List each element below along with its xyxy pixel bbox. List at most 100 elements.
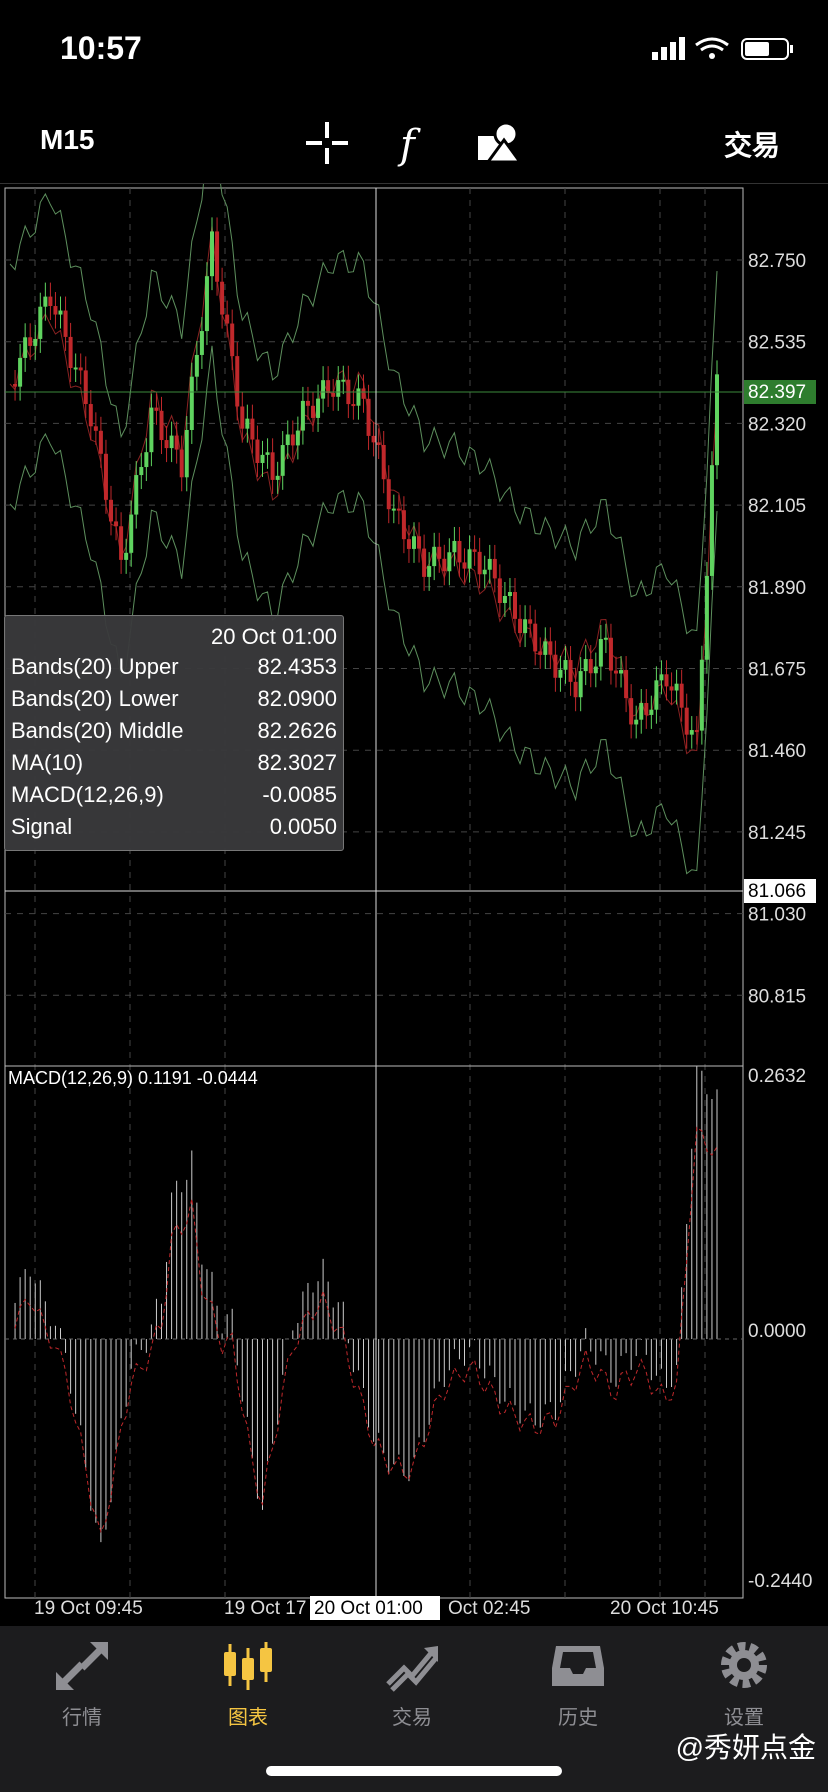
candle-body bbox=[492, 558, 497, 579]
candle-body bbox=[98, 430, 103, 454]
candle-body bbox=[109, 499, 113, 522]
candle-body bbox=[578, 671, 583, 698]
candle-body bbox=[38, 306, 43, 339]
candle-body bbox=[366, 398, 371, 436]
candle-body bbox=[336, 380, 341, 397]
candle-body bbox=[149, 407, 154, 453]
candle-body bbox=[194, 354, 199, 377]
candle-body bbox=[250, 418, 255, 440]
candle-body bbox=[487, 558, 492, 570]
candle-body bbox=[351, 404, 356, 407]
candle-body bbox=[598, 639, 603, 667]
tooltip-row: Bands(20) Lower 82.0900 bbox=[11, 686, 337, 711]
candle-body bbox=[462, 562, 467, 569]
status-time: 10:57 bbox=[60, 30, 142, 66]
candle-body bbox=[285, 434, 290, 446]
current-price-text: 82.397 bbox=[748, 382, 806, 403]
svg-text:f: f bbox=[397, 122, 421, 168]
tooltip-row: MACD(12,26,9) -0.0085 bbox=[11, 782, 337, 807]
candle-body bbox=[270, 452, 275, 480]
candle-body bbox=[477, 551, 482, 575]
candle-body bbox=[684, 707, 689, 735]
gear-icon bbox=[721, 1642, 767, 1688]
trade-button[interactable]: 交易 bbox=[724, 124, 780, 164]
price-tick-label: 81.245 bbox=[748, 823, 806, 844]
candle-body bbox=[401, 510, 406, 540]
time-tick-label: 19 Oct 09:45 bbox=[34, 1598, 143, 1619]
macd-tick-label: 0.2632 bbox=[748, 1066, 806, 1087]
candle-body bbox=[482, 569, 487, 575]
candle-body bbox=[48, 296, 53, 307]
candle-body bbox=[174, 435, 179, 450]
candle-body bbox=[63, 310, 68, 337]
crosshair-icon[interactable] bbox=[302, 118, 352, 168]
tooltip-row: Bands(20) Middle 82.2626 bbox=[11, 718, 337, 743]
candle-body bbox=[159, 410, 164, 441]
watermark: @秀妍点金 bbox=[675, 1732, 816, 1763]
candle-body bbox=[300, 400, 305, 431]
candle-body bbox=[412, 536, 416, 549]
candle-body bbox=[88, 404, 93, 427]
candle-body bbox=[654, 680, 659, 710]
candle-body bbox=[502, 595, 507, 603]
price-tick-label: 82.105 bbox=[748, 496, 806, 517]
candle-body bbox=[376, 442, 381, 446]
price-tick-label: 81.030 bbox=[748, 905, 806, 926]
candle-body bbox=[629, 698, 634, 725]
candle-body bbox=[624, 670, 629, 699]
price-tick-label: 81.890 bbox=[748, 578, 806, 599]
signal-wifi-battery-icon bbox=[652, 37, 793, 60]
candle-body bbox=[260, 454, 265, 463]
candle-body bbox=[548, 641, 553, 655]
candle-body bbox=[583, 659, 588, 672]
tab-trade[interactable]: 交易 bbox=[352, 1638, 472, 1730]
candle-body bbox=[290, 434, 295, 446]
time-tick-label: Oct 02:45 bbox=[448, 1598, 530, 1619]
tab-history[interactable]: 历史 bbox=[518, 1638, 638, 1730]
tab-settings[interactable]: 设置 bbox=[684, 1638, 804, 1730]
tooltip-row: Signal 0.0050 bbox=[11, 814, 337, 839]
indicators-icon[interactable]: f bbox=[390, 118, 440, 168]
tab-charts[interactable]: 图表 bbox=[188, 1638, 308, 1730]
candle-body bbox=[457, 540, 462, 563]
price-chart[interactable]: 82.750 82.535 82.320 82.105 81.890 81.675 81.4… bbox=[0, 184, 828, 1624]
timeframe-button[interactable]: M15 bbox=[40, 124, 94, 156]
candle-body bbox=[573, 681, 578, 698]
candle-body bbox=[391, 508, 396, 511]
candle-body bbox=[386, 479, 391, 510]
candle-body bbox=[371, 435, 376, 443]
objects-icon[interactable] bbox=[474, 118, 524, 168]
candle-body bbox=[659, 674, 664, 681]
candle-body bbox=[543, 641, 548, 655]
candle-body bbox=[33, 338, 38, 346]
crosshair-price-text: 81.066 bbox=[748, 881, 806, 902]
candle-body bbox=[674, 683, 679, 691]
status-icons bbox=[650, 36, 800, 62]
candle-body bbox=[467, 549, 472, 569]
candle-body bbox=[507, 592, 512, 596]
candle-body bbox=[18, 357, 23, 387]
candle-body bbox=[255, 439, 260, 463]
candle-body bbox=[139, 467, 144, 476]
price-tick-label: 82.320 bbox=[748, 414, 806, 435]
price-tick-label: 82.535 bbox=[748, 333, 806, 354]
candle-body bbox=[311, 405, 315, 418]
tab-quotes[interactable]: 行情 bbox=[22, 1638, 142, 1730]
candle-body bbox=[164, 440, 169, 449]
candle-body bbox=[295, 430, 300, 446]
candle-body bbox=[316, 398, 321, 418]
candle-body bbox=[568, 660, 573, 682]
time-tick-label: 19 Oct 17 bbox=[224, 1598, 306, 1619]
candle-body bbox=[265, 452, 270, 455]
macd-tick-label: 0.0000 bbox=[748, 1321, 806, 1342]
candle-body bbox=[553, 654, 558, 678]
macd-title: MACD(12,26,9) 0.1191 -0.0444 bbox=[8, 1068, 258, 1088]
candle-body bbox=[406, 539, 411, 549]
candle-body bbox=[715, 374, 719, 466]
candle-body bbox=[593, 666, 598, 674]
candle-body bbox=[588, 659, 593, 674]
candle-body bbox=[124, 552, 129, 560]
candle-body bbox=[447, 552, 452, 572]
candle-body bbox=[538, 651, 543, 655]
candle-body bbox=[644, 703, 649, 715]
